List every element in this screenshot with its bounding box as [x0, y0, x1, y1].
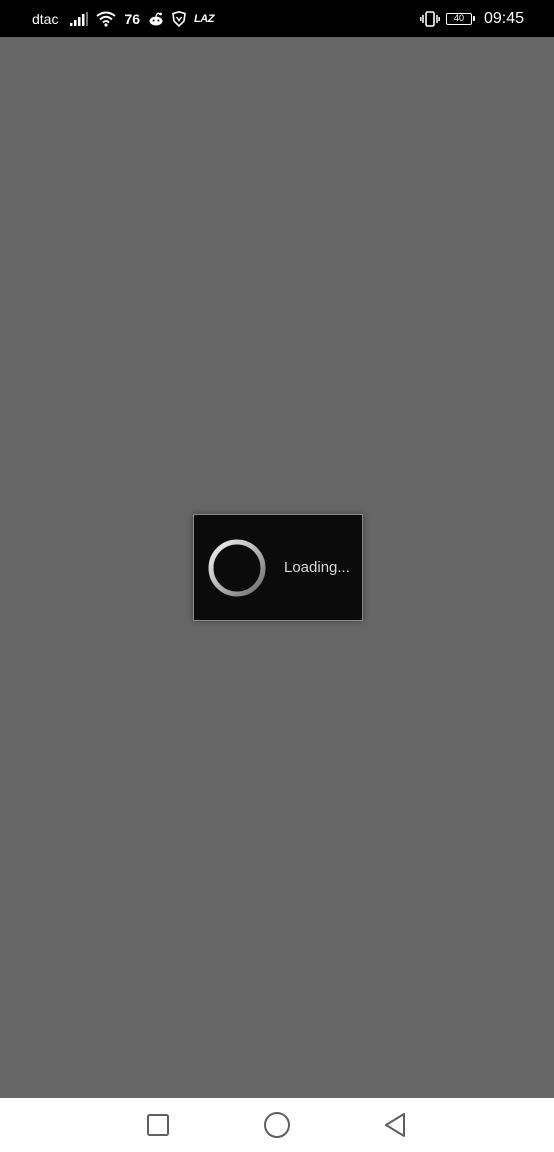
back-button[interactable] — [380, 1110, 410, 1140]
back-icon — [382, 1112, 408, 1138]
loading-spinner-icon — [206, 537, 268, 599]
recents-icon — [146, 1113, 170, 1137]
loading-dialog: Loading... — [193, 514, 363, 621]
home-button[interactable] — [262, 1110, 292, 1140]
wifi-icon — [96, 11, 117, 27]
loading-text: Loading... — [284, 559, 350, 576]
battery-icon: 40 — [445, 12, 475, 25]
status-bar: dtac 76 LAZ 40 09:45 — [0, 0, 554, 37]
vibrate-icon — [420, 10, 440, 27]
reddit-icon — [148, 11, 164, 26]
battery-level: 40 — [453, 13, 464, 23]
status-time: 09:45 — [483, 9, 524, 27]
navigation-bar — [0, 1098, 554, 1152]
brave-icon — [172, 10, 186, 27]
status-bar-right: 40 09:45 — [420, 0, 524, 37]
signal-icon — [70, 11, 89, 26]
status-bar-left: dtac 76 LAZ — [32, 0, 214, 37]
lazada-icon: LAZ — [194, 12, 214, 25]
recents-button[interactable] — [143, 1110, 173, 1140]
network-count: 76 — [124, 10, 141, 27]
home-icon — [263, 1111, 291, 1139]
carrier-label: dtac — [32, 10, 59, 27]
